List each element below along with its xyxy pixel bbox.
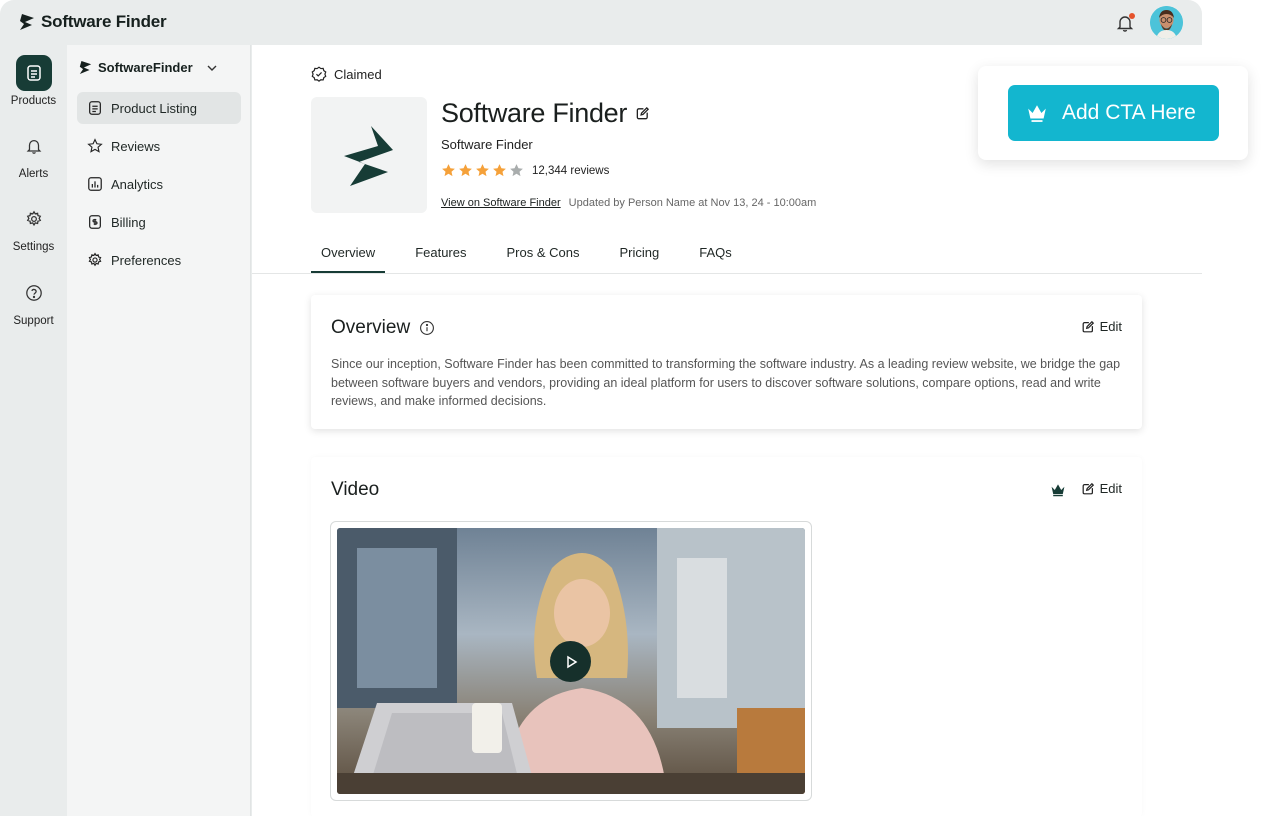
view-on-software-finder-link[interactable]: View on Software Finder bbox=[441, 197, 561, 209]
product-title-row: Software Finder bbox=[441, 98, 650, 129]
claimed-label: Claimed bbox=[334, 66, 382, 82]
video-player[interactable] bbox=[330, 521, 812, 801]
sidebar-item-reviews[interactable]: Reviews bbox=[77, 130, 241, 162]
star-filled-icon bbox=[442, 164, 455, 177]
software-finder-logo-icon bbox=[344, 126, 393, 186]
add-cta-label: Add CTA Here bbox=[1062, 101, 1196, 124]
rail-label: Support bbox=[13, 315, 54, 327]
top-bar: Software Finder bbox=[0, 0, 1202, 45]
overview-title-row: Overview bbox=[331, 317, 435, 339]
chevron-down-icon bbox=[207, 65, 217, 71]
tab-features[interactable]: Features bbox=[405, 235, 476, 273]
bar-chart-icon bbox=[88, 177, 102, 191]
gear-icon bbox=[88, 252, 102, 267]
rail-item-settings[interactable]: Settings bbox=[0, 201, 67, 253]
rail-item-products[interactable]: Products bbox=[0, 55, 67, 107]
crown-icon bbox=[1051, 484, 1065, 497]
help-circle-icon bbox=[16, 275, 52, 311]
review-count: 12,344 reviews bbox=[532, 164, 610, 177]
sidebar-item-preferences[interactable]: Preferences bbox=[77, 244, 241, 276]
video-title: Video bbox=[331, 479, 380, 500]
bell-icon bbox=[16, 128, 52, 164]
brand-name: Software Finder bbox=[41, 12, 167, 31]
star-empty-icon bbox=[510, 164, 523, 177]
edit-icon[interactable] bbox=[635, 106, 650, 121]
edit-icon bbox=[1082, 482, 1094, 494]
org-switcher[interactable]: SoftwareFinder bbox=[79, 60, 219, 75]
play-button[interactable] bbox=[550, 641, 591, 682]
tab-bar: Overview Features Pros & Cons Pricing FA… bbox=[311, 235, 762, 273]
video-edit-button[interactable]: Edit bbox=[1081, 481, 1122, 496]
sidebar-item-label: Reviews bbox=[111, 138, 161, 154]
org-name: SoftwareFinder bbox=[98, 60, 193, 75]
updated-text: Updated by Person Name at Nov 13, 24 - 1… bbox=[568, 197, 817, 209]
sidebar-item-analytics[interactable]: Analytics bbox=[77, 168, 241, 200]
receipt-icon bbox=[89, 215, 101, 229]
edit-icon bbox=[1082, 320, 1094, 332]
overview-edit-button[interactable]: Edit bbox=[1081, 319, 1122, 334]
rail-item-support[interactable]: Support bbox=[0, 275, 67, 327]
star-filled-icon bbox=[493, 164, 506, 177]
sidebar-item-label: Billing bbox=[111, 214, 146, 230]
gear-icon bbox=[16, 201, 52, 237]
notification-dot bbox=[1129, 13, 1135, 19]
rail-item-alerts[interactable]: Alerts bbox=[0, 128, 67, 180]
rail-label: Products bbox=[10, 95, 57, 107]
info-icon[interactable] bbox=[419, 320, 435, 336]
edit-label: Edit bbox=[1099, 481, 1122, 496]
tab-divider bbox=[252, 273, 1202, 274]
software-finder-logo-icon bbox=[20, 14, 34, 30]
overview-card: Overview Edit Since our inception, Softw… bbox=[311, 295, 1142, 429]
rating-stars: 12,344 reviews bbox=[441, 163, 609, 178]
cta-popup: Add CTA Here bbox=[978, 66, 1248, 160]
document-icon bbox=[15, 55, 52, 91]
sidebar-item-label: Analytics bbox=[111, 176, 164, 192]
product-subtitle: Software Finder bbox=[441, 137, 533, 152]
star-icon bbox=[87, 138, 103, 153]
main-content: Claimed Software Finder Software Finder … bbox=[252, 45, 1202, 816]
crown-icon bbox=[1028, 105, 1046, 122]
star-filled-icon bbox=[459, 164, 472, 177]
star-filled-icon bbox=[476, 164, 489, 177]
icon-rail: Products Alerts Settings Support bbox=[0, 45, 67, 816]
tab-faqs[interactable]: FAQs bbox=[689, 235, 742, 273]
product-title: Software Finder bbox=[441, 98, 628, 128]
product-logo[interactable] bbox=[311, 97, 427, 213]
overview-body: Since our inception, Software Finder has… bbox=[331, 357, 1121, 408]
rail-label: Alerts bbox=[18, 168, 49, 180]
tab-pricing[interactable]: Pricing bbox=[609, 235, 669, 273]
notifications-bell-icon[interactable] bbox=[1115, 13, 1135, 33]
video-card: Video Edit bbox=[311, 457, 1142, 816]
tab-pros-cons[interactable]: Pros & Cons bbox=[497, 235, 590, 273]
sidebar-item-product-listing[interactable]: Product Listing bbox=[77, 92, 241, 124]
rail-label: Settings bbox=[12, 241, 55, 253]
add-cta-button[interactable]: Add CTA Here bbox=[1008, 85, 1219, 141]
claimed-badge: Claimed bbox=[311, 66, 382, 82]
sidebar-item-label: Product Listing bbox=[111, 100, 197, 116]
overview-title: Overview bbox=[331, 317, 411, 338]
verified-badge-icon bbox=[311, 66, 327, 82]
play-icon bbox=[566, 655, 577, 668]
sidebar-item-label: Preferences bbox=[111, 252, 182, 268]
avatar[interactable] bbox=[1150, 6, 1183, 39]
document-icon bbox=[89, 101, 101, 115]
product-meta: View on Software Finder Updated by Perso… bbox=[441, 197, 816, 209]
software-finder-logo-icon bbox=[79, 61, 92, 74]
video-thumbnail bbox=[337, 528, 805, 794]
sidebar-item-billing[interactable]: Billing bbox=[77, 206, 241, 238]
secondary-nav: SoftwareFinder Product Listing Reviews A… bbox=[67, 45, 251, 816]
video-title-row: Video bbox=[331, 479, 379, 501]
edit-label: Edit bbox=[1099, 319, 1122, 334]
brand-logo[interactable]: Software Finder bbox=[19, 12, 167, 32]
tab-overview[interactable]: Overview bbox=[311, 235, 386, 273]
